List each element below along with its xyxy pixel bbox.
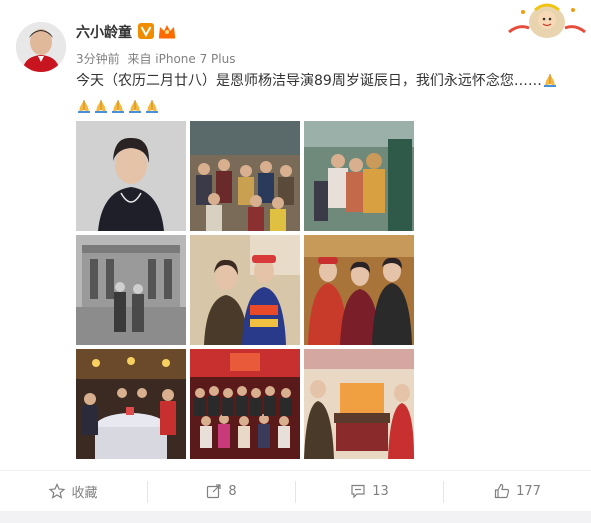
comment-icon (351, 484, 365, 499)
like-count: 177 (516, 483, 541, 499)
username[interactable]: 六小龄童 (76, 22, 132, 42)
pray-emoji-row (76, 96, 161, 114)
pray-emoji-icon (543, 74, 556, 87)
photo-banquet[interactable] (76, 349, 186, 459)
monkey-sticker-icon (508, 3, 586, 38)
photo-two-seated[interactable] (190, 235, 300, 345)
post-text-content: 今天（农历二月廿八）是恩师杨洁导演89周岁诞辰日，我们永远怀念您…… (76, 73, 542, 89)
pray-emoji-icon (95, 100, 107, 113)
favorite-button[interactable]: 收藏 (0, 471, 147, 511)
like-button[interactable]: 177 (444, 471, 591, 511)
verified-v-icon (138, 23, 154, 39)
photo-monkey-king[interactable] (304, 121, 414, 231)
comment-button[interactable]: 13 (296, 471, 443, 511)
photo-portrait[interactable] (76, 121, 186, 231)
photo-grid (76, 121, 415, 459)
photo-crowd[interactable] (190, 121, 300, 231)
photo-living-room[interactable] (304, 349, 414, 459)
avatar[interactable] (16, 22, 66, 72)
photo-building[interactable] (76, 235, 186, 345)
repost-icon (207, 484, 221, 499)
star-icon (49, 483, 66, 499)
action-bar: 收藏 8 13 177 (0, 470, 591, 511)
pray-emoji-icon (78, 100, 90, 113)
post-source[interactable]: 来自 iPhone 7 Plus (127, 52, 235, 66)
comment-count: 13 (372, 483, 389, 499)
post-meta: 3分钟前 来自 iPhone 7 Plus (76, 50, 239, 67)
repost-count: 8 (228, 483, 237, 499)
pray-emoji-icon (129, 100, 141, 113)
pray-emoji-icon (146, 100, 158, 113)
weibo-post-card: 六小龄童 3分钟前 来自 iPhone 7 Plus 今天（农历二月廿八）是恩师… (0, 0, 591, 471)
post-text: 今天（农历二月廿八）是恩师杨洁导演89周岁诞辰日，我们永远怀念您…… (76, 70, 576, 92)
favorite-label: 收藏 (71, 485, 98, 501)
photo-three-people[interactable] (304, 235, 414, 345)
vip-crown-icon[interactable] (158, 23, 176, 39)
repost-button[interactable]: 8 (148, 471, 295, 511)
thumbs-up-icon (494, 483, 510, 499)
photo-group[interactable] (190, 349, 300, 459)
pray-emoji-icon (112, 100, 124, 113)
post-time[interactable]: 3分钟前 (76, 52, 120, 66)
